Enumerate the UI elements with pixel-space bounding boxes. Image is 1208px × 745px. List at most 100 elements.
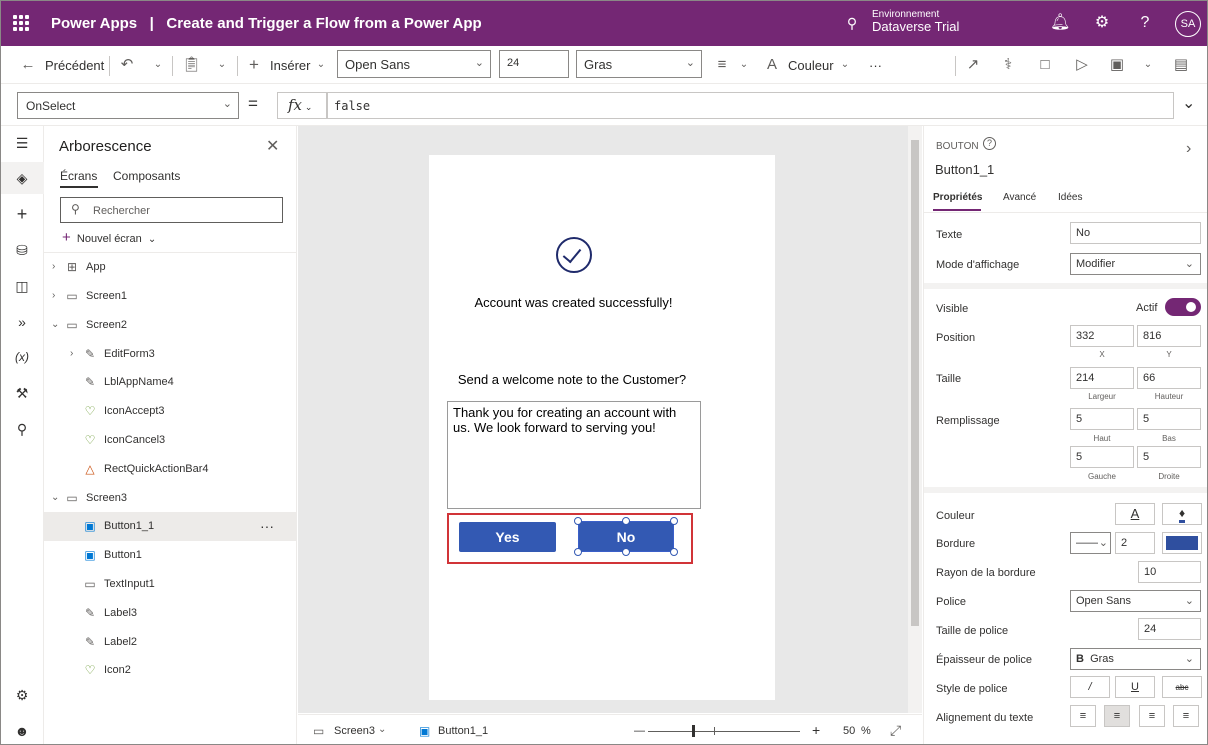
layers-icon[interactable]: ◈ [11, 167, 33, 189]
media-icon[interactable]: ◫ [11, 275, 33, 297]
environment-name[interactable]: Dataverse Trial [872, 19, 959, 34]
resize-handle[interactable] [574, 517, 582, 525]
align-right-icon[interactable]: ≡ [1139, 705, 1165, 727]
chevron-down-icon[interactable]: ⌄ [149, 56, 167, 74]
gear-icon[interactable]: ⚙ [1092, 13, 1112, 33]
more-button[interactable]: ··· [869, 58, 882, 73]
power-automate-icon[interactable]: » [11, 311, 33, 333]
tab-ideas[interactable]: Idées [1058, 192, 1082, 203]
border-width-input[interactable]: 2 [1115, 532, 1155, 554]
position-y-input[interactable]: 816 [1137, 325, 1201, 347]
tree-node-iconcancel3[interactable]: ♡ IconCancel3 [44, 426, 297, 455]
share-icon[interactable]: ↗ [964, 56, 982, 74]
align-center-icon[interactable]: ≡ [1104, 705, 1130, 727]
chevron-down-icon[interactable]: ⌄ [378, 724, 386, 735]
help-icon[interactable]: ? [1135, 13, 1155, 33]
insert-plus-icon[interactable]: + [11, 203, 33, 225]
back-button[interactable]: Précédent [45, 58, 104, 73]
close-icon[interactable]: ✕ [266, 136, 279, 156]
underline-button[interactable]: U [1115, 676, 1155, 698]
app-checker-icon[interactable]: ⚕ [999, 56, 1017, 74]
save-icon[interactable]: ▣ [1108, 56, 1126, 74]
success-label[interactable]: Account was created successfully! [429, 295, 718, 310]
tree-node-screen3[interactable]: ⌄ ▭ Screen3 [44, 484, 297, 513]
font-dropdown[interactable]: Open Sans ⌄ [337, 50, 491, 78]
align-justify-icon[interactable]: ≡ [1173, 705, 1199, 727]
bell-icon[interactable]: 🔔︎ [1050, 13, 1070, 33]
chevron-right-icon[interactable]: › [52, 261, 55, 272]
data-icon[interactable]: ⛁ [11, 239, 33, 261]
tab-components[interactable]: Composants [113, 169, 180, 183]
padding-left-input[interactable]: 5 [1070, 446, 1134, 468]
tree-node-lblappname4[interactable]: ✎ LblAppName4 [44, 368, 297, 397]
chevron-down-icon[interactable]: ⌄ [312, 56, 330, 74]
settings-icon[interactable]: ⚙ [11, 684, 33, 706]
fx-button[interactable]: fx ⌄ [277, 92, 327, 119]
tree-node-icon2[interactable]: ♡ Icon2 [44, 656, 297, 685]
scrollbar-thumb[interactable] [911, 140, 919, 626]
width-input[interactable]: 214 [1070, 367, 1134, 389]
environment-icon[interactable]: ⚲ [844, 15, 860, 31]
avatar[interactable]: SA [1175, 11, 1201, 37]
resize-handle[interactable] [574, 548, 582, 556]
font-weight-dropdown[interactable]: B Gras ⌄ [1070, 648, 1201, 670]
chevron-down-icon[interactable]: ⌄ [1139, 56, 1157, 74]
tools-icon[interactable]: ⚒ [11, 382, 33, 404]
paste-icon[interactable]: 📋︎ [182, 56, 201, 74]
plus-icon[interactable]: + [245, 56, 263, 74]
comment-icon[interactable]: □ [1036, 56, 1054, 74]
align-icon[interactable]: ≡ [713, 56, 731, 74]
property-dropdown[interactable]: OnSelect ⌄ [17, 92, 239, 119]
zoom-in-button[interactable]: + [812, 722, 820, 738]
tree-node-rectquickactionbar4[interactable]: △ RectQuickActionBar4 [44, 455, 297, 484]
chevron-right-icon[interactable]: › [70, 348, 73, 359]
tab-advanced[interactable]: Avancé [1003, 192, 1036, 203]
resize-handle[interactable] [622, 517, 630, 525]
zoom-slider-thumb[interactable] [692, 725, 695, 737]
tree-node-screen2[interactable]: ⌄ ▭ Screen2 [44, 311, 297, 340]
question-label[interactable]: Send a welcome note to the Customer? [429, 372, 715, 387]
search-icon[interactable]: ⚲ [11, 418, 33, 440]
more-options-icon[interactable]: ··· [260, 518, 274, 534]
help-icon[interactable]: ? [983, 137, 996, 150]
breadcrumb-screen[interactable]: Screen3 [334, 725, 375, 737]
strikethrough-button[interactable]: abc [1162, 676, 1202, 698]
text-input[interactable]: No [1070, 222, 1201, 244]
zoom-slider[interactable] [648, 731, 800, 732]
yes-button[interactable]: Yes [459, 522, 556, 552]
variables-icon[interactable]: (x) [11, 346, 33, 368]
tree-node-app[interactable]: › ⊞ App [44, 253, 297, 282]
border-color-button[interactable] [1162, 532, 1202, 554]
tree-node-textinput1[interactable]: ▭ TextInput1 [44, 570, 297, 599]
height-input[interactable]: 66 [1137, 367, 1201, 389]
text-color-button[interactable]: A [1115, 503, 1155, 525]
canvas-vertical-scrollbar[interactable] [908, 126, 922, 713]
check-circle-icon[interactable] [556, 237, 592, 273]
italic-button[interactable]: / [1070, 676, 1110, 698]
tree-node-editform3[interactable]: › ✎ EditForm3 [44, 340, 297, 369]
tree-node-screen1[interactable]: › ▭ Screen1 [44, 282, 297, 311]
virtual-agent-icon[interactable]: ☻ [11, 720, 33, 742]
new-screen-button[interactable]: + Nouvel écran ⌄ [62, 229, 156, 246]
chevron-down-icon[interactable]: ⌄ [735, 56, 753, 74]
resize-handle[interactable] [622, 548, 630, 556]
expand-formula-icon[interactable]: ⌄ [1182, 93, 1195, 113]
publish-icon[interactable]: ▤ [1172, 56, 1190, 74]
tab-screens[interactable]: Écrans [60, 169, 97, 183]
font-color-icon[interactable]: A [763, 56, 781, 74]
font-dropdown[interactable]: Open Sans ⌄ [1070, 590, 1201, 612]
chevron-right-icon[interactable]: › [52, 290, 55, 301]
formula-input[interactable]: false [327, 92, 1174, 119]
border-style-dropdown[interactable]: —— ⌄ [1070, 532, 1111, 554]
visible-toggle[interactable] [1165, 298, 1201, 316]
back-arrow-icon[interactable]: ← [19, 56, 37, 74]
resize-handle[interactable] [670, 548, 678, 556]
font-weight-dropdown[interactable]: Gras ⌄ [576, 50, 702, 78]
tree-node-button1-1[interactable]: ▣ Button1_1 ··· [44, 512, 297, 541]
tree-node-label3[interactable]: ✎ Label3 [44, 599, 297, 628]
tree-node-iconaccept3[interactable]: ♡ IconAccept3 [44, 397, 297, 426]
breadcrumb-control[interactable]: Button1_1 [438, 725, 488, 737]
display-mode-dropdown[interactable]: Modifier ⌄ [1070, 253, 1201, 275]
font-size-input[interactable]: 24 [499, 50, 569, 78]
zoom-out-button[interactable]: — [634, 725, 645, 737]
